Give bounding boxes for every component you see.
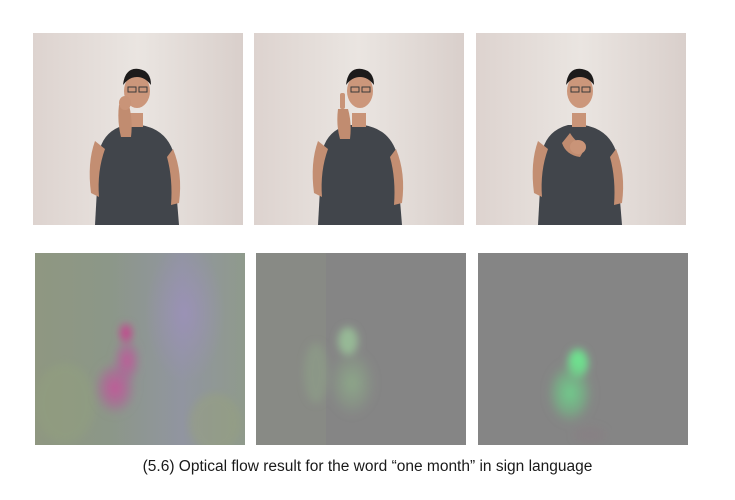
video-frame-3 [476,33,686,225]
optical-flow-map-3 [478,253,688,445]
optical-flow-map-2 [256,253,466,445]
optical-flow-map-1 [35,253,245,445]
video-frame-1 [33,33,243,225]
video-frame-2 [254,33,464,225]
figure-caption: (5.6) Optical flow result for the word “… [142,458,593,475]
